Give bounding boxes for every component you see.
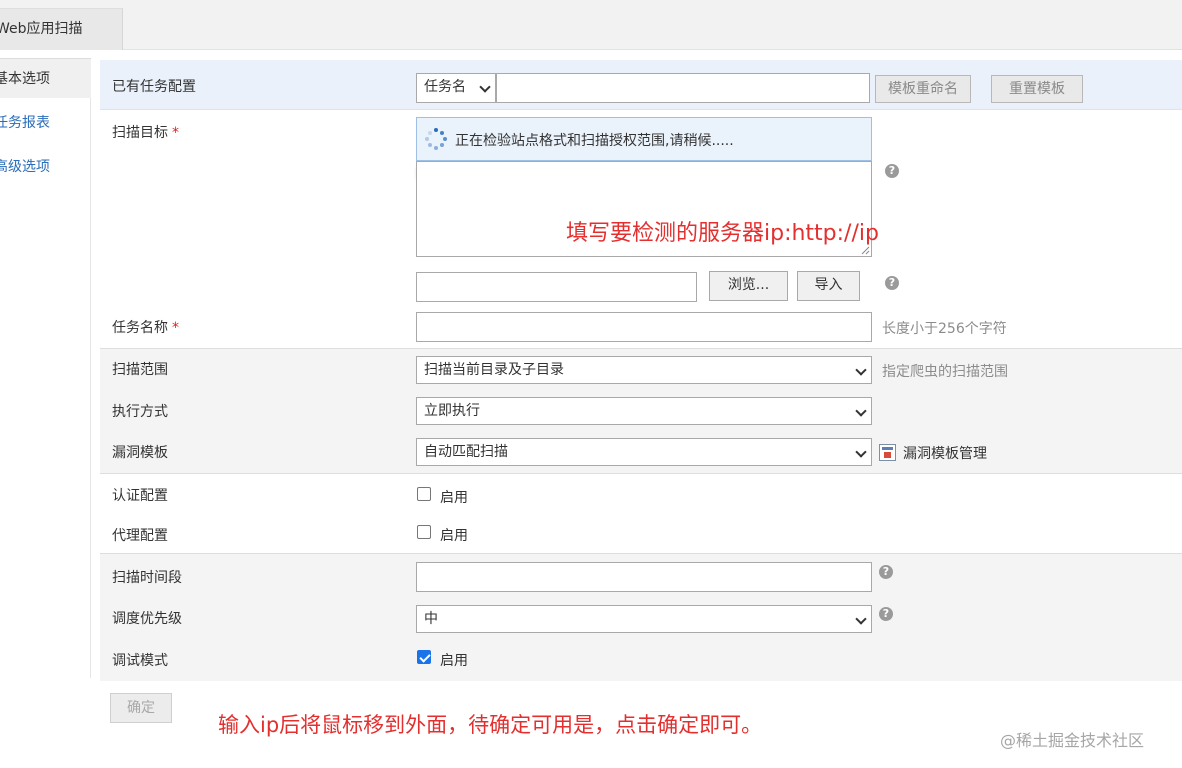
sidebar-item-advanced-options[interactable]: 高级选项 [0, 147, 91, 187]
proxy-config-enable-label: 启用 [440, 528, 468, 544]
annotation-target-hint: 填写要检测的服务器ip:http://ip [566, 221, 879, 246]
rename-template-button[interactable]: 模板重命名 [875, 75, 971, 103]
divider [100, 473, 1182, 474]
chevron-down-icon [855, 446, 867, 458]
scan-time-label: 扫描时间段 [112, 570, 182, 586]
exec-mode-value: 立即执行 [424, 403, 480, 419]
auth-config-checkbox[interactable] [417, 487, 431, 501]
help-icon[interactable]: ? [879, 607, 893, 621]
loading-spinner-icon [425, 128, 447, 150]
tab-web-app-scan[interactable]: Web应用扫描 [0, 8, 123, 50]
chevron-down-icon [855, 405, 867, 417]
priority-value: 中 [424, 611, 438, 627]
chevron-down-icon [855, 613, 867, 625]
debug-mode-checkbox[interactable] [417, 650, 431, 664]
chevron-down-icon [855, 364, 867, 376]
required-mark: * [172, 320, 179, 336]
vuln-template-select[interactable]: 自动匹配扫描 [416, 438, 872, 466]
scan-scope-select[interactable]: 扫描当前目录及子目录 [416, 356, 872, 384]
vuln-template-label: 漏洞模板 [112, 445, 168, 461]
required-mark: * [172, 125, 179, 141]
loading-banner: 正在检验站点格式和扫描授权范围,请稍候..... [416, 117, 872, 161]
sidebar-item-basic-options[interactable]: 基本选项 [0, 58, 91, 98]
scan-scope-label: 扫描范围 [112, 362, 168, 378]
file-path-input[interactable] [416, 272, 697, 302]
chevron-down-icon [479, 81, 491, 93]
scan-scope-hint: 指定爬虫的扫描范围 [882, 364, 1008, 380]
proxy-config-checkbox[interactable] [417, 525, 431, 539]
exec-mode-select[interactable]: 立即执行 [416, 397, 872, 425]
task-name-label-text: 任务名称 [112, 320, 168, 336]
auth-config-label: 认证配置 [112, 488, 168, 504]
scan-time-input[interactable] [416, 562, 872, 592]
help-icon[interactable]: ? [885, 164, 899, 178]
template-manage-link[interactable]: 漏洞模板管理 [903, 443, 987, 463]
debug-mode-enable-label: 启用 [440, 653, 468, 669]
existing-config-label: 已有任务配置 [112, 79, 196, 95]
existing-config-input[interactable] [496, 73, 870, 103]
divider [100, 553, 1182, 554]
help-icon[interactable]: ? [885, 276, 899, 290]
reset-template-button[interactable]: 重置模板 [991, 75, 1083, 103]
loading-text: 正在检验站点格式和扫描授权范围,请稍候..... [455, 133, 734, 149]
top-tab-bar: Web应用扫描 [0, 0, 1182, 50]
watermark: @稀土掘金技术社区 [1000, 731, 1145, 750]
browse-button[interactable]: 浏览... [709, 271, 788, 301]
exec-mode-label: 执行方式 [112, 404, 168, 420]
task-name-select[interactable]: 任务名 [416, 73, 496, 103]
annotation-bottom-hint: 输入ip后将鼠标移到外面，待确定可用是，点击确定即可。 [218, 713, 763, 737]
scan-config-form: 已有任务配置 任务名 模板重命名 重置模板 扫描目标 * 正在检验站点格式和扫描授… [100, 60, 1182, 682]
help-icon[interactable]: ? [879, 565, 893, 579]
scan-target-label-text: 扫描目标 [112, 125, 168, 141]
sidebar: 基本选项 任务报表 高级选项 [0, 58, 91, 678]
sidebar-item-task-report[interactable]: 任务报表 [0, 103, 91, 143]
debug-mode-label: 调试模式 [112, 653, 168, 669]
vuln-template-value: 自动匹配扫描 [424, 444, 508, 460]
import-button[interactable]: 导入 [797, 271, 860, 301]
task-name-input[interactable] [416, 312, 872, 342]
task-name-label: 任务名称 * [112, 317, 179, 337]
task-name-select-value: 任务名 [424, 79, 466, 95]
task-name-hint: 长度小于256个字符 [882, 321, 1007, 337]
priority-label: 调度优先级 [112, 611, 182, 627]
scan-scope-value: 扫描当前目录及子目录 [424, 362, 564, 378]
confirm-button[interactable]: 确定 [110, 693, 172, 723]
template-manage-icon[interactable] [879, 444, 896, 461]
divider [100, 348, 1182, 349]
priority-select[interactable]: 中 [416, 605, 872, 633]
auth-config-enable-label: 启用 [440, 490, 468, 506]
proxy-config-label: 代理配置 [112, 528, 168, 544]
scan-target-label: 扫描目标 * [112, 122, 179, 142]
